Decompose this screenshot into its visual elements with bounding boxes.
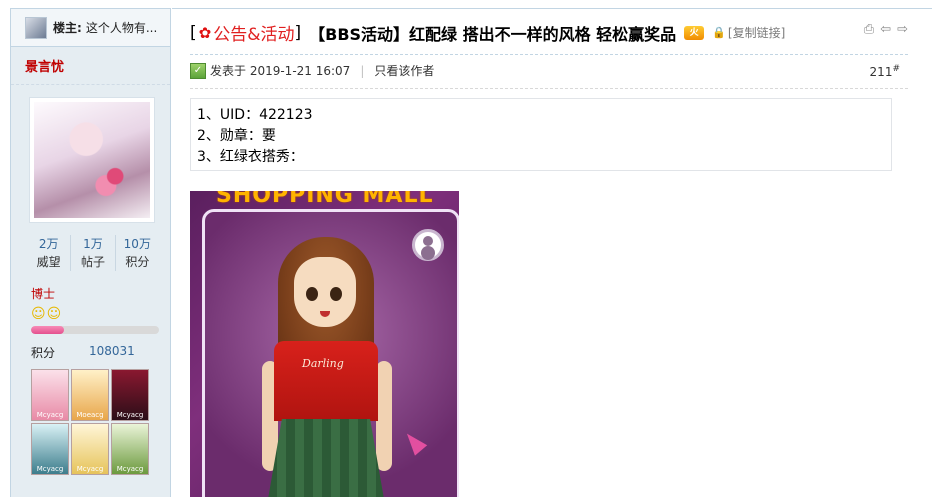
online-status-icon: ✓ (190, 62, 206, 79)
points-row: 积分 108031 (31, 344, 170, 361)
title-divider (190, 54, 908, 55)
medal-caption: Mcyacg (36, 411, 64, 419)
title-bracket-open: [ (190, 22, 197, 43)
floor-mark: # (892, 64, 900, 74)
medal-caption: Mcyacg (36, 465, 64, 473)
shirt-text: Darling (302, 357, 344, 370)
content-line: 1、UID：422123 (197, 107, 313, 123)
floor-number[interactable]: 211# (870, 64, 900, 79)
thread-category[interactable]: 公告&活动 (213, 20, 294, 45)
post-image[interactable]: SHOPPING MALL Darling (190, 191, 459, 497)
title-bracket-close: ] (294, 22, 302, 43)
author-name[interactable]: 景言忧 (25, 56, 64, 75)
copy-link-button[interactable]: [复制链接] (728, 24, 785, 41)
character-arm (376, 361, 392, 471)
floor-number-value: 211 (869, 65, 893, 79)
stat-prestige-label: 威望 (36, 255, 61, 269)
stat-points[interactable]: 10万 积分 (116, 235, 159, 271)
author-sidebar: 楼主: 这个人物有... 景言忧 2万 威望 1万 帖子 10万 积分 博士 ☺☺… (10, 8, 171, 497)
thread-tools: ⎙ ⇦ ⇨ (864, 22, 908, 37)
stat-posts-value: 1万 (83, 237, 103, 251)
medal-badge[interactable]: Mcyacg (111, 423, 149, 475)
op-label: 楼主: (53, 21, 82, 35)
print-icon[interactable]: ⎙ (864, 22, 874, 37)
medal-caption: Mcyacg (116, 465, 144, 473)
op-avatar[interactable] (25, 16, 47, 39)
content-line: 2、勋章：要 (197, 128, 276, 144)
op-info-row[interactable]: 楼主: 这个人物有... (11, 9, 170, 47)
level-smiley-icons: ☺☺ (31, 306, 63, 322)
author-name-row: 景言忧 (11, 47, 170, 85)
only-author-link[interactable]: 只看该作者 (374, 62, 434, 79)
stat-prestige-value: 2万 (38, 237, 59, 251)
flower-icon: ✿ (198, 23, 212, 42)
lock-icon: 🔒 (712, 26, 726, 39)
character-face (294, 257, 356, 327)
points-label: 积分 (31, 346, 56, 360)
character-mouth (320, 311, 330, 317)
stat-posts-label: 帖子 (80, 255, 105, 269)
op-name[interactable]: 这个人物有... (86, 21, 157, 35)
medal-badge[interactable]: Mcyacg (71, 423, 109, 475)
points-value: 108031 (89, 344, 135, 358)
medal-caption: Mcyacg (76, 465, 104, 473)
medal-badge[interactable]: Mcyacg (111, 369, 149, 421)
user-rank[interactable]: 博士 (31, 285, 170, 302)
medal-caption: Moeacg (76, 411, 104, 419)
author-avatar[interactable] (29, 97, 155, 223)
content-line: 3、红绿衣搭秀： (197, 149, 304, 165)
top-border (172, 8, 932, 9)
hot-badge-icon: 火 (684, 25, 705, 40)
author-stats: 2万 威望 1万 帖子 10万 积分 (27, 235, 159, 271)
character-skirt (268, 419, 384, 497)
post-content-box: 1、UID：422123 2、勋章：要 3、红绿衣搭秀： (190, 98, 892, 171)
next-thread-icon[interactable]: ⇨ (897, 22, 908, 37)
character-eye (306, 287, 318, 301)
thread-title: 【BBS活动】红配绿 搭出不一样的风格 轻松赢奖品 (309, 24, 677, 44)
op-text: 楼主: 这个人物有... (53, 19, 157, 36)
thread-title-row: [ ✿ 公告&活动 ] 【BBS活动】红配绿 搭出不一样的风格 轻松赢奖品 火 … (190, 20, 785, 46)
post-main: [ ✿ 公告&活动 ] 【BBS活动】红配绿 搭出不一样的风格 轻松赢奖品 火 … (172, 8, 932, 497)
stat-points-label: 积分 (125, 255, 150, 269)
character-shirt: Darling (274, 341, 378, 421)
stat-prestige[interactable]: 2万 威望 (27, 235, 72, 271)
post-meta: ✓ 发表于 2019-1-21 16:07 | 只看该作者 (190, 62, 434, 79)
level-progress-bar (31, 326, 159, 334)
prev-thread-icon[interactable]: ⇦ (880, 22, 891, 37)
stat-posts[interactable]: 1万 帖子 (71, 235, 116, 271)
meta-separator: | (360, 63, 365, 78)
medal-badge[interactable]: Mcyacg (31, 423, 69, 475)
level-progress-fill (31, 326, 65, 334)
meta-divider (190, 88, 908, 89)
user-profile-icon (412, 229, 444, 261)
author-avatar-image[interactable] (34, 102, 150, 218)
medal-caption: Mcyacg (116, 411, 144, 419)
medal-badge[interactable]: Mcyacg (31, 369, 69, 421)
post-date: 发表于 2019-1-21 16:07 (210, 64, 351, 78)
image-banner-text: SHOPPING MALL (216, 191, 434, 208)
medal-badge[interactable]: Moeacg (71, 369, 109, 421)
stat-points-value: 10万 (123, 237, 151, 251)
medal-grid: Mcyacg Moeacg Mcyacg Mcyacg Mcyacg Mcyac… (31, 369, 170, 475)
character-eye (330, 287, 342, 301)
